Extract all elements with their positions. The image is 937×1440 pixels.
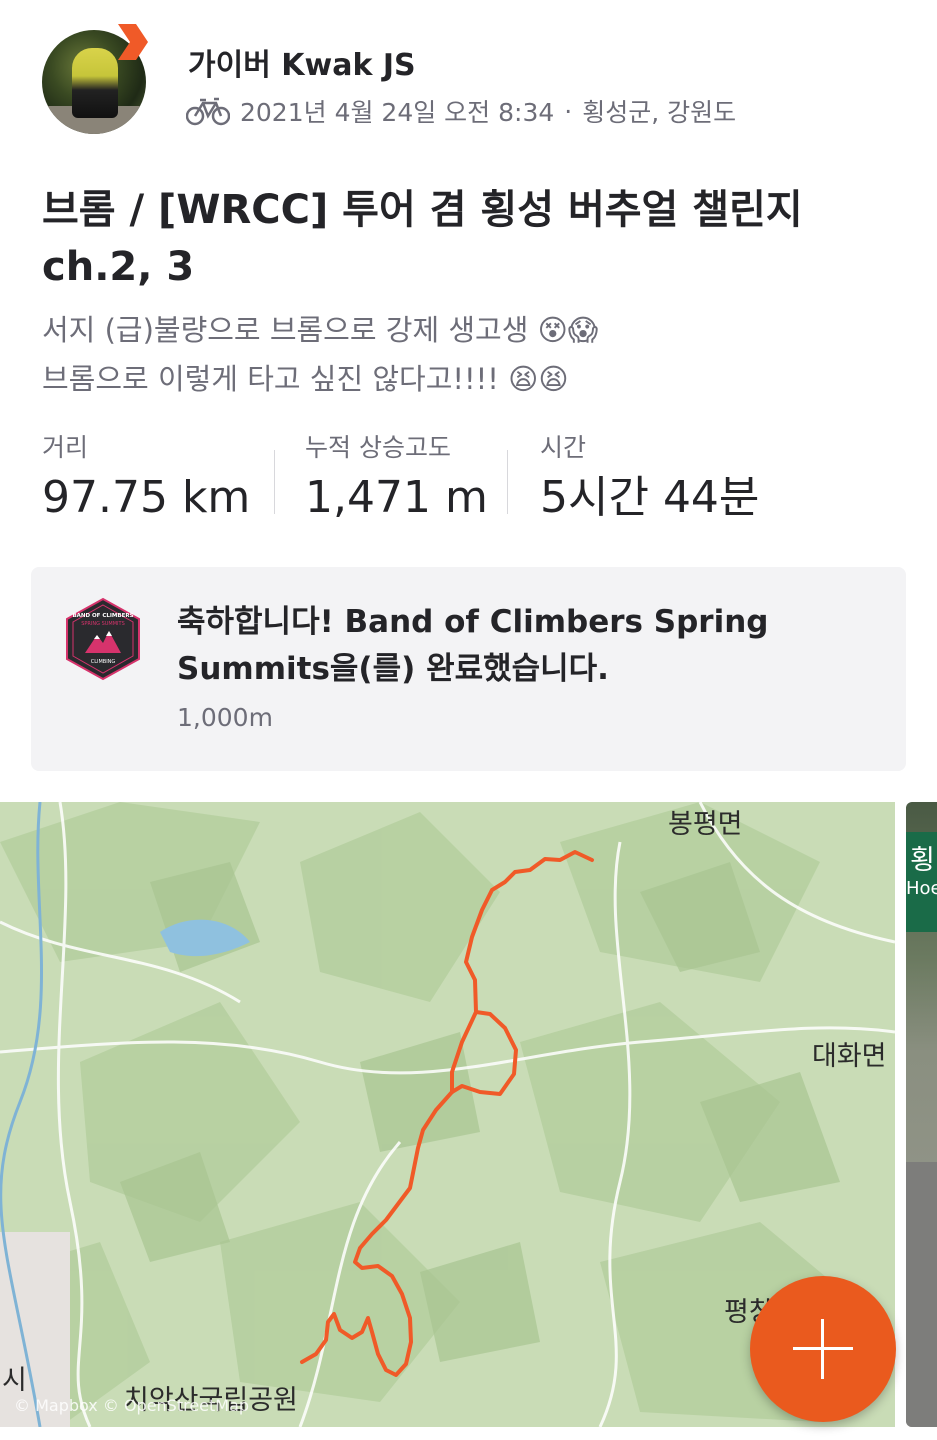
activity-description: 서지 (급)불량으로 브롬으로 강제 생고생 😵😱 브롬으로 이렇게 타고 싶진… — [42, 313, 599, 396]
activity-stats: 거리 97.75 km 누적 상승고도 1,471 m 시간 5시간 44분 — [42, 430, 808, 530]
band-of-climbers-badge-icon: BAND OF CLIMBERS SPRING SUMMITS CLIMBING — [66, 597, 140, 681]
badge-text-spring: SPRING SUMMITS — [81, 621, 125, 627]
athlete-name[interactable]: 가이버 Kwak JS — [188, 40, 416, 84]
activity-datetime: 2021년 4월 24일 오전 8:34 — [240, 98, 555, 127]
plus-icon — [793, 1319, 853, 1379]
stat-elevation: 누적 상승고도 1,471 m — [275, 430, 507, 530]
bike-icon — [186, 97, 230, 126]
photo-road — [906, 1162, 937, 1427]
stat-value: 5시간 44분 — [540, 472, 760, 523]
activity-meta: 2021년 4월 24일 오전 8:34 · 횡성군, 강원도 — [186, 94, 736, 128]
stat-label: 거리 — [42, 433, 89, 462]
map-place-label: 대화면 — [812, 1041, 887, 1072]
road-sign-text: 횡 — [910, 845, 935, 876]
achievement-card[interactable]: BAND OF CLIMBERS SPRING SUMMITS CLIMBING… — [31, 567, 906, 771]
activity-location: 횡성군, 강원도 — [582, 98, 737, 127]
strava-subscriber-badge-icon — [118, 24, 148, 60]
stat-distance: 거리 97.75 km — [42, 430, 274, 530]
map-attribution[interactable]: © Mapbox © OpenStreetMap — [14, 1396, 249, 1415]
achievement-subtitle: 1,000m — [177, 703, 273, 732]
badge-text-climbing: CLIMBING — [91, 659, 116, 665]
stat-label: 시간 — [540, 433, 587, 462]
add-activity-button[interactable] — [750, 1276, 896, 1422]
stat-time: 시간 5시간 44분 — [508, 430, 808, 530]
map-place-label: 봉평면 — [668, 809, 743, 840]
stat-value: 97.75 km — [42, 472, 251, 523]
meta-separator: · — [564, 96, 573, 126]
activity-title[interactable]: 브롬 / [WRCC] 투어 겸 횡성 버추얼 챌린지 ch.2, 3 — [42, 182, 902, 296]
badge-text-band: BAND OF CLIMBERS — [72, 613, 133, 619]
map-place-label: 시 — [2, 1365, 27, 1396]
activity-header: 가이버 Kwak JS 2021년 4월 24일 오전 8:34 · 횡성군, … — [0, 0, 937, 150]
road-sign-text: Hoe — [906, 878, 937, 899]
stat-label: 누적 상승고도 — [305, 433, 451, 462]
stat-value: 1,471 m — [305, 472, 488, 523]
activity-photo[interactable]: 횡 Hoe — [906, 802, 937, 1427]
achievement-title: 축하합니다! Band of Climbers Spring Summits을(… — [177, 604, 769, 687]
